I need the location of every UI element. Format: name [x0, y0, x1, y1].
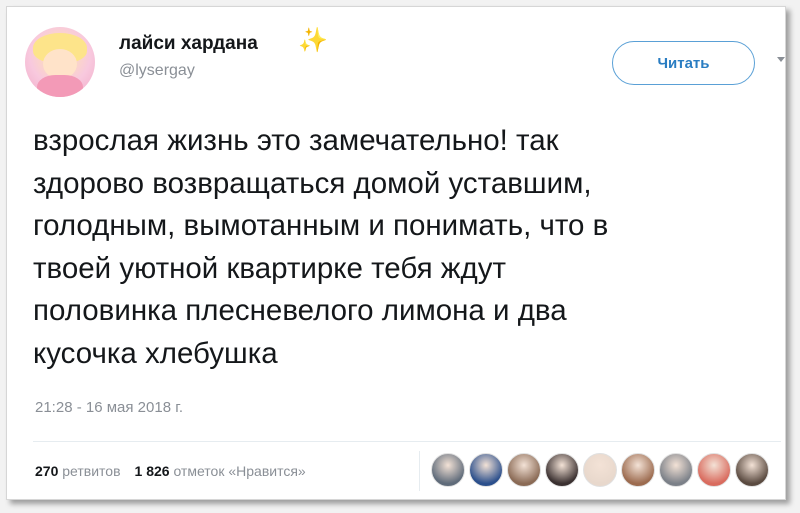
avatar[interactable] [25, 27, 95, 97]
liker-avatar-3[interactable] [507, 453, 541, 487]
follow-button[interactable]: Читать [612, 41, 755, 85]
liker-avatars [431, 453, 769, 487]
avatar-body [37, 75, 83, 97]
likes-count: 1 826 [134, 463, 170, 479]
liker-avatar-5[interactable] [583, 453, 617, 487]
user-handle[interactable]: @lysergay [119, 62, 195, 80]
likes-label: отметок «Нравится» [173, 463, 306, 479]
liker-avatar-2[interactable] [469, 453, 503, 487]
likes-stat[interactable]: 1 826 отметок «Нравится» [135, 463, 306, 479]
retweets-label: ретвитов [62, 463, 121, 479]
liker-avatar-7[interactable] [659, 453, 693, 487]
liker-avatar-9[interactable] [735, 453, 769, 487]
divider [33, 441, 781, 442]
display-name[interactable]: лайси хардана [119, 33, 258, 55]
stats-separator [419, 451, 420, 491]
tweet-text: взрослая жизнь это замечательно! так здо… [33, 124, 609, 370]
chevron-down-icon[interactable] [777, 57, 785, 62]
tweet-stats: 270 ретвитов 1 826 отметок «Нравится» [35, 463, 306, 479]
liker-avatar-8[interactable] [697, 453, 731, 487]
retweets-count: 270 [35, 463, 59, 479]
retweets-stat[interactable]: 270 ретвитов [35, 463, 121, 479]
liker-avatar-6[interactable] [621, 453, 655, 487]
liker-avatar-4[interactable] [545, 453, 579, 487]
liker-avatar-1[interactable] [431, 453, 465, 487]
tweet-timestamp[interactable]: 21:28 - 16 мая 2018 г. [35, 399, 183, 416]
tweet-card: лайси хардана ✨ @lysergay Читать взросла… [6, 6, 786, 500]
sparkle-icon: ✨ [298, 27, 328, 54]
